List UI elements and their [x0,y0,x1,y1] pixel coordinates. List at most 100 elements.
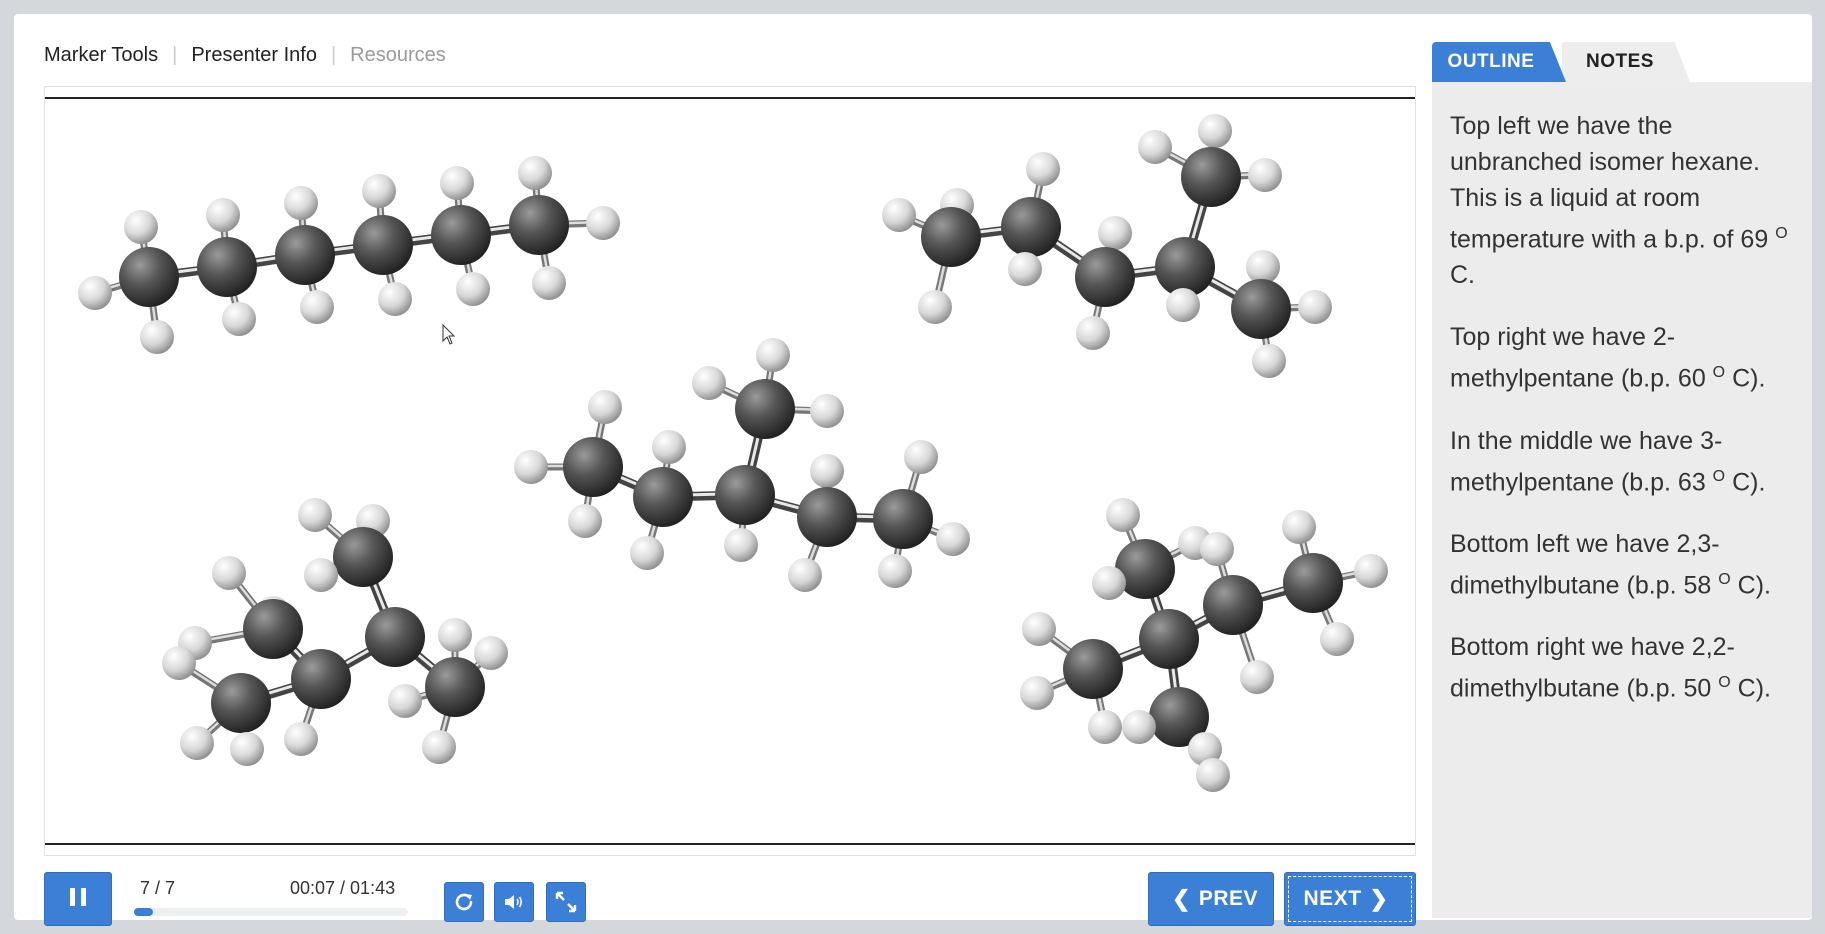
note-paragraph: In the middle we have 3-methylpentane (b… [1450,426,1766,496]
hydrogen-atom [284,186,318,220]
hydrogen-atom [568,504,602,538]
3-methylpentane-molecule [514,338,970,592]
hydrogen-atom [1076,316,1110,350]
carbon-atom [1075,247,1135,307]
hydrogen-atom [724,528,758,562]
carbon-atom [291,649,351,709]
hydrogen-atom [1122,710,1156,744]
nav-presenter-info[interactable]: Presenter Info [191,44,317,67]
carbon-atom [873,489,933,549]
progress-bar[interactable] [134,908,408,916]
note-paragraph: Bottom right we have 2,2-dimethylbutane … [1450,633,1771,703]
hydrogen-atom [878,554,912,588]
carbon-atom [1001,197,1061,257]
hydrogen-atom [532,266,566,300]
presentation-player: Marker Tools | Presenter Info | Resource… [14,14,1812,926]
hydrogen-atom [630,536,664,570]
hydrogen-atom [1098,216,1132,250]
hydrogen-atom [1240,660,1274,694]
top-navigation: Marker Tools | Presenter Info | Resource… [44,42,446,68]
carbon-atom [211,673,271,733]
hydrogen-atom [1106,498,1140,532]
hydrogen-atom [1020,676,1054,710]
next-label: NEXT [1303,887,1362,910]
carbon-atom [1203,575,1263,635]
hydrogen-atom [1166,288,1200,322]
hydrogen-atom [882,198,916,232]
hydrogen-atom [518,156,552,190]
carbon-atom [633,467,693,527]
hydrogen-atom [222,302,256,336]
hydrogen-atom [440,166,474,200]
pause-button[interactable] [44,872,112,926]
prev-button[interactable]: ❮ PREV [1148,872,1274,926]
volume-icon [505,895,523,909]
hydrogen-atom [378,282,412,316]
2,3-dimethylbutane-molecule [162,498,508,766]
progress-fill [134,908,154,916]
hydrogen-atom [300,290,334,324]
slide-stage [44,86,1416,856]
carbon-atom [119,247,179,307]
hydrogen-atom [936,522,970,556]
hydrogen-atom [1198,114,1232,148]
hydrogen-atom [1248,158,1282,192]
2,2-dimethylbutane-molecule [1020,498,1388,792]
nav-separator: | [330,43,337,66]
hydrogen-atom [1088,710,1122,744]
nav-resources[interactable]: Resources [350,44,446,67]
carbon-atom [197,237,257,297]
carbon-atom [797,487,857,547]
hydrogen-atom [284,722,318,756]
carbon-atom [333,527,393,587]
carbon-atom [1181,147,1241,207]
hydrogen-atom [1022,612,1056,646]
mouse-cursor-icon [442,324,456,345]
hydrogen-atom [1246,250,1280,284]
hydrogen-atom [456,272,490,306]
replay-button[interactable] [444,882,484,922]
hydrogen-atom [1320,622,1354,656]
2-methylpentane-molecule [882,114,1332,378]
carbon-atom [509,195,569,255]
carbon-atom [365,607,425,667]
hydrogen-atom [162,646,196,680]
carbon-atom [1283,553,1343,613]
note-paragraph: Top right we have 2-methylpentane (b.p. … [1450,323,1766,393]
hydrogen-atom [180,726,214,760]
sidebar: NOTES OUTLINE Top left we have the unbra… [1432,42,1812,922]
hydrogen-atom [1252,344,1286,378]
hydrogen-atom [1282,510,1316,544]
note-paragraph: Bottom left we have 2,3-dimethylbutane (… [1450,529,1771,600]
hydrogen-atom [1008,252,1042,286]
hydrogen-atom [756,338,790,372]
carbon-atom [1139,609,1199,669]
hydrogen-atom [124,210,158,244]
carbon-atom [425,657,485,717]
nav-marker-tools[interactable]: Marker Tools [44,44,158,67]
carbon-atom [1231,279,1291,339]
fullscreen-button[interactable] [546,882,586,922]
carbon-atom [353,215,413,275]
hydrogen-atom [904,440,938,474]
carbon-atom [735,379,795,439]
volume-button[interactable] [494,882,534,922]
notes-panel: Top left we have the unbranched isomer h… [1432,82,1812,918]
tab-outline[interactable]: OUTLINE [1432,42,1566,82]
replay-icon [455,893,473,911]
carbon-atom [563,437,623,497]
carbon-atom [431,205,491,265]
hydrogen-atom [140,320,174,354]
hydrogen-atom [298,498,332,532]
carbon-atom [921,207,981,267]
tab-notes[interactable]: NOTES [1562,42,1690,82]
hydrogen-atom [1092,566,1126,600]
hydrogen-atom [1298,290,1332,324]
hexane-molecule [78,156,620,354]
playback-controls: 7 / 7 00:07 / 01:43 ❮ PREV NEXT ❯ [44,872,1416,926]
carbon-atom [1063,639,1123,699]
next-button[interactable]: NEXT ❯ [1284,872,1416,926]
hydrogen-atom [810,454,844,488]
chevron-left-icon: ❮ [1171,886,1191,911]
molecule-illustration [78,114,1388,792]
